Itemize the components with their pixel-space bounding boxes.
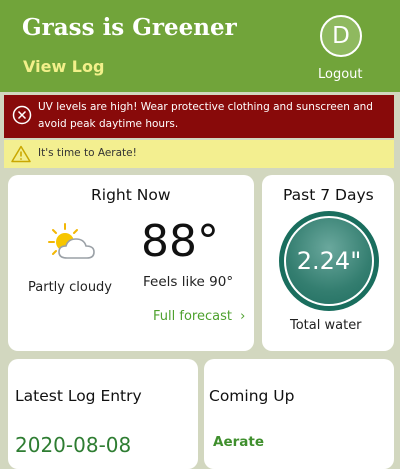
past-7-days-card: Past 7 Days 2.24" Total water <box>262 175 394 351</box>
coming-up-title: Coming Up <box>209 387 295 405</box>
partly-cloudy-icon <box>45 222 101 266</box>
latest-log-title: Latest Log Entry <box>15 387 142 405</box>
water-total-gauge: 2.24" <box>279 211 379 311</box>
close-circle-icon[interactable] <box>12 105 32 129</box>
latest-log-card[interactable]: Latest Log Entry 2020-08-08 <box>8 359 198 469</box>
latest-log-date: 2020-08-08 <box>15 433 132 457</box>
warning-icon <box>11 145 31 167</box>
uv-alert: UV levels are high! Wear protective clot… <box>4 95 394 138</box>
full-forecast-link[interactable]: Full forecast › <box>153 309 245 324</box>
weather-condition: Partly cloudy <box>28 280 112 295</box>
app-title: Grass is Greener <box>22 14 237 41</box>
current-temperature: 88° <box>141 216 219 267</box>
view-log-link[interactable]: View Log <box>23 57 104 76</box>
feels-like: Feels like 90° <box>143 274 234 290</box>
right-now-card: Right Now Partly cloudy 88° Feels like 9… <box>8 175 254 351</box>
aerate-alert-message: It's time to Aerate! <box>38 147 137 159</box>
right-now-title: Right Now <box>91 186 171 204</box>
coming-up-item: Aerate <box>213 434 264 450</box>
coming-up-card[interactable]: Coming Up Aerate <box>204 359 394 469</box>
logout-button[interactable]: Logout <box>318 67 363 82</box>
uv-alert-message: UV levels are high! Wear protective clot… <box>38 101 373 130</box>
full-forecast-label: Full forecast <box>153 309 232 324</box>
past-7-days-title: Past 7 Days <box>283 186 374 204</box>
water-total-label: Total water <box>290 318 362 333</box>
water-total-value: 2.24" <box>284 216 374 306</box>
app-header: Grass is Greener View Log D Logout <box>0 0 400 92</box>
avatar[interactable]: D <box>320 15 362 57</box>
aerate-alert: It's time to Aerate! <box>4 140 394 168</box>
chevron-right-icon: › <box>240 309 246 324</box>
